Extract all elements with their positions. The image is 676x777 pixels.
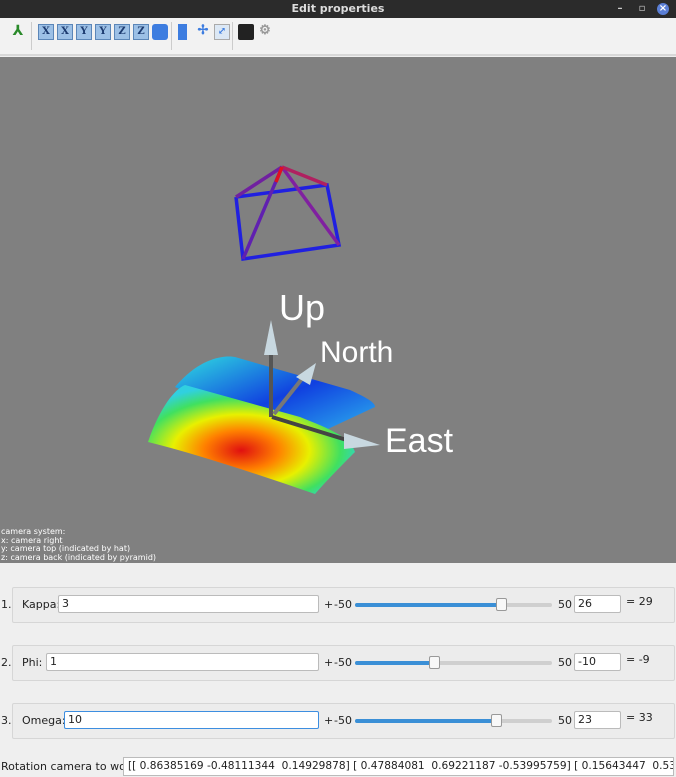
scene: Up North East [148, 165, 454, 494]
parameter-row: 3. Omega: 10 + -50 50 23 = 33 [0, 703, 676, 739]
maximize-button[interactable]: ▫ [636, 3, 648, 15]
slider-max: 50 [558, 656, 572, 669]
parameter-input[interactable]: 10 [64, 711, 319, 729]
slider-max: 50 [558, 714, 572, 727]
rotation-row: Rotation camera to world: [[ 0.86385169 … [0, 757, 676, 777]
slider-max: 50 [558, 598, 572, 611]
camera-pyramid [234, 165, 342, 261]
offset-input[interactable]: -10 [574, 653, 621, 671]
save-icon[interactable] [238, 24, 254, 40]
parameter-input[interactable]: 3 [58, 595, 319, 613]
close-button[interactable]: × [657, 3, 669, 15]
row-number: 2. [1, 656, 12, 669]
slider-fill [355, 719, 496, 723]
offset-slider[interactable] [355, 714, 552, 727]
parameter-label: Kappa: [22, 598, 61, 611]
view-z-button[interactable]: Z [114, 24, 130, 40]
camera-system-info: camera system: x: camera right y: camera… [1, 527, 157, 562]
rotation-matrix-field[interactable]: [[ 0.86385169 -0.48111344 0.14929878] [ … [123, 757, 674, 776]
result-value: = 33 [626, 711, 653, 724]
3d-viewport[interactable]: Up North East [0, 57, 676, 563]
up-label: Up [279, 287, 325, 328]
result-value: = 29 [626, 595, 653, 608]
parameter-row: 2. Phi: 1 + -50 50 -10 = -9 [0, 645, 676, 681]
reset-view-icon[interactable]: ✢ [195, 24, 211, 40]
view-z-neg-button[interactable]: Z [133, 24, 149, 40]
parameter-row: 1. Kappa: 3 + -50 50 26 = 29 [0, 587, 676, 623]
iso-cube-icon[interactable] [152, 24, 168, 40]
plus-sign: + [324, 598, 334, 611]
slider-min: -50 [334, 598, 352, 611]
slider-handle[interactable] [496, 598, 508, 611]
east-label: East [385, 422, 454, 460]
offset-slider[interactable] [355, 656, 552, 669]
settings-icon[interactable]: ⚙ [257, 24, 273, 40]
slider-fill [355, 603, 502, 607]
offset-slider[interactable] [355, 598, 552, 611]
slider-min: -50 [334, 656, 352, 669]
title-bar: Edit properties – ▫ × [0, 0, 676, 18]
info-line: z: camera back (indicated by pyramid) [1, 552, 157, 562]
result-value: = -9 [626, 653, 650, 666]
plus-sign: + [324, 714, 334, 727]
offset-input[interactable]: 26 [574, 595, 621, 613]
row-number: 3. [1, 714, 12, 727]
parameter-input[interactable]: 1 [46, 653, 319, 671]
view-x-neg-button[interactable]: X [57, 24, 73, 40]
slider-min: -50 [334, 714, 352, 727]
view-x-button[interactable]: X [38, 24, 54, 40]
slider-fill [355, 661, 435, 665]
separator [31, 22, 32, 50]
parameter-label: Phi: [22, 656, 43, 669]
row-number: 1. [1, 598, 12, 611]
view-y-neg-button[interactable]: Y [95, 24, 111, 40]
north-label: North [320, 336, 393, 369]
toolbar: ⅄ X X Y Y Z Z ✢ ⤢ ⚙ [0, 18, 676, 56]
slider-handle[interactable] [490, 714, 502, 727]
axes-icon[interactable]: ⅄ [10, 24, 26, 40]
fit-view-icon[interactable]: ⤢ [214, 24, 230, 40]
layers-icon[interactable] [178, 24, 187, 40]
view-y-button[interactable]: Y [76, 24, 92, 40]
parameter-label: Omega: [22, 714, 66, 727]
minimize-button[interactable]: – [614, 3, 626, 15]
separator [171, 22, 172, 50]
plus-sign: + [324, 656, 334, 669]
offset-input[interactable]: 23 [574, 711, 621, 729]
window-title: Edit properties [291, 2, 385, 15]
slider-handle[interactable] [429, 656, 441, 669]
separator [232, 22, 233, 50]
